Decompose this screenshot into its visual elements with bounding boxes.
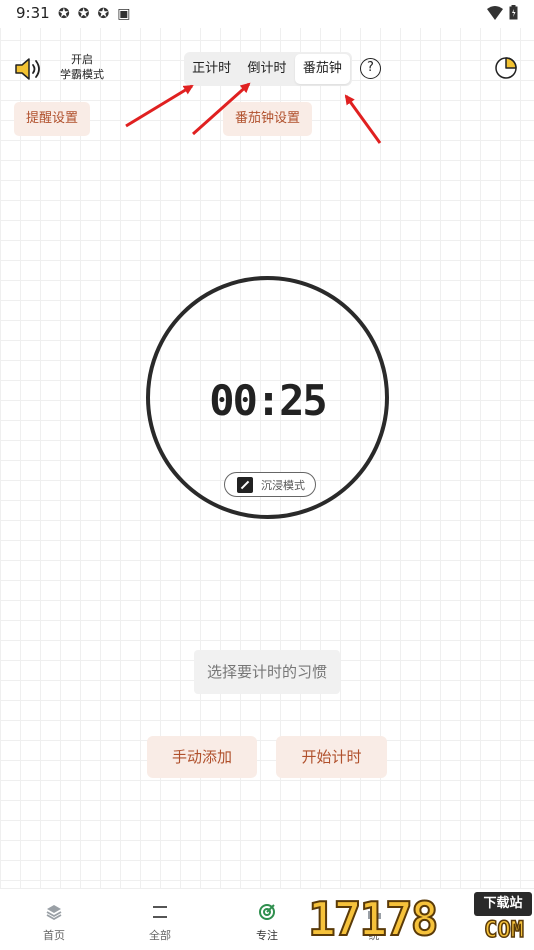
remind-settings-button[interactable]: 提醒设置 [14, 102, 90, 136]
tab-focus-label: 专注 [256, 929, 278, 942]
xueba-mode-toggle[interactable]: 开启 学霸模式 [58, 52, 106, 82]
stats-pie-icon[interactable] [494, 56, 518, 80]
watermark-digits: 17178 [307, 891, 439, 947]
a-notification-icon: ▣ [117, 6, 131, 22]
manual-add-button[interactable]: 手动添加 [147, 736, 257, 778]
tab-pomodoro[interactable]: 番茄钟 [294, 54, 350, 84]
notification-icons: ✪ ✪ ✪ ▣ [58, 6, 130, 22]
status-right [487, 5, 518, 20]
tab-focus[interactable]: 专注 [237, 903, 297, 943]
tab-all[interactable]: 全部 [130, 903, 190, 943]
habit-select[interactable]: 选择要计时的习惯 [194, 650, 340, 694]
pomodoro-settings-button[interactable]: 番茄钟设置 [223, 102, 312, 136]
xueba-line1: 开启 [71, 53, 93, 66]
tab-countdown[interactable]: 倒计时 [239, 54, 294, 84]
tab-count-up[interactable]: 正计时 [184, 54, 239, 84]
arrow-to-count-up [125, 84, 194, 128]
watermark-tag: 下载站 [474, 892, 532, 916]
site-watermark: 17178 下载站 COM [307, 888, 534, 950]
status-bar: 9:31 ✪ ✪ ✪ ▣ [0, 0, 534, 28]
battery-icon [509, 5, 518, 20]
xueba-line2: 学霸模式 [60, 68, 104, 81]
app-notification-icon: ✪ [97, 6, 110, 22]
tab-all-label: 全部 [149, 929, 171, 942]
watermark-domain: COM [483, 917, 524, 944]
expand-icon [237, 476, 253, 493]
timer-display: 00:25 [209, 376, 327, 425]
app-notification-icon: ✪ [77, 6, 90, 22]
speaker-icon[interactable] [14, 56, 44, 82]
immersive-mode-button[interactable]: 沉浸模式 [224, 472, 316, 497]
help-icon[interactable]: ? [360, 58, 381, 79]
start-timer-button[interactable]: 开始计时 [276, 736, 387, 778]
home-icon [46, 905, 62, 921]
arrow-to-pomodoro [344, 94, 382, 144]
immersive-label: 沉浸模式 [261, 478, 305, 492]
wifi-icon [487, 5, 503, 20]
status-time: 9:31 [16, 4, 50, 22]
list-icon [153, 906, 167, 918]
tab-home[interactable]: 首页 [24, 903, 84, 943]
app-notification-icon: ✪ [58, 6, 70, 22]
timer-circle: 00:25 沉浸模式 [146, 276, 389, 519]
tab-home-label: 首页 [43, 929, 65, 942]
target-icon [259, 904, 275, 920]
timer-mode-segmented: 正计时 倒计时 番茄钟 [184, 52, 352, 86]
